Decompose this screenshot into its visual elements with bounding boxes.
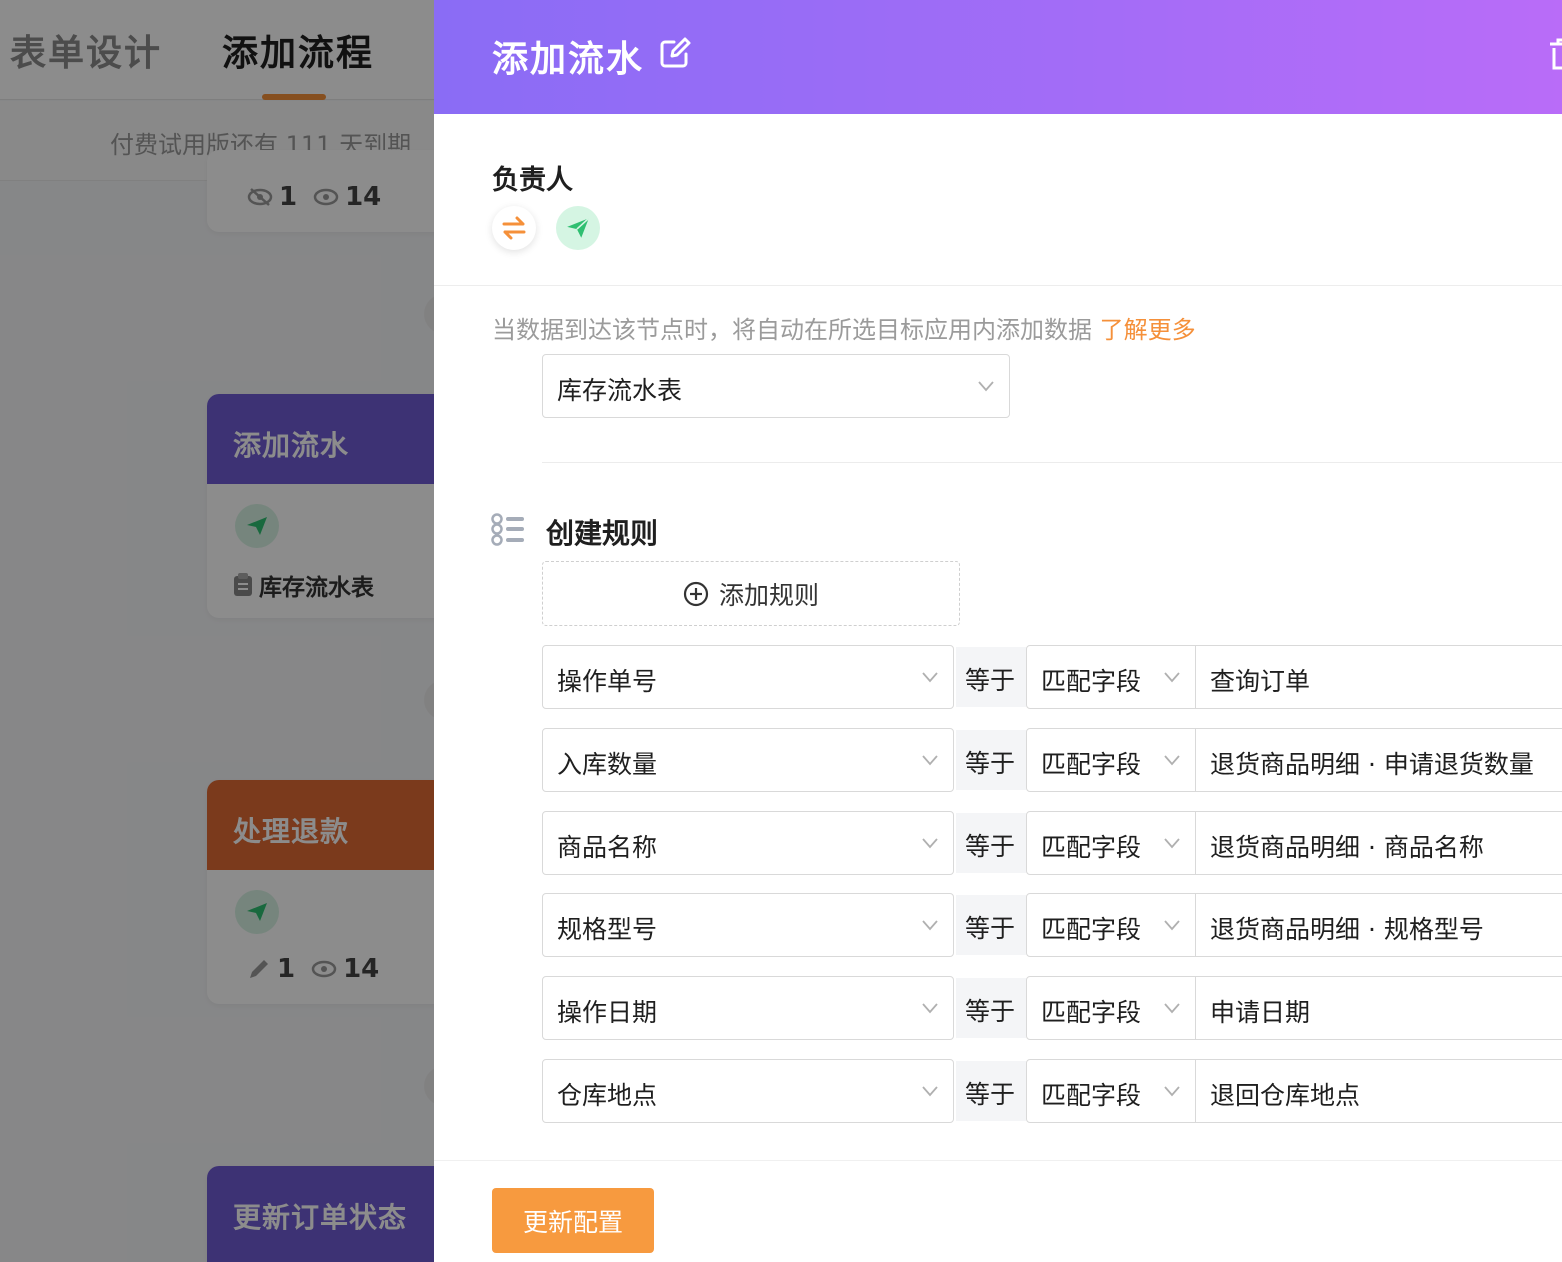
- rule-mode-value: 匹配字段: [1041, 998, 1142, 1027]
- rule-operator: 等于: [956, 730, 1026, 790]
- chevron-down-icon: [1164, 1086, 1180, 1097]
- learn-more-link[interactable]: 了解更多: [1100, 316, 1196, 344]
- rule-field-value: 规格型号: [557, 915, 658, 944]
- rule-mode-select[interactable]: 匹配字段: [1026, 728, 1196, 792]
- rule-value-value: 退货商品明细 · 申请退货数量: [1210, 750, 1534, 779]
- rule-value-select[interactable]: 申请日期: [1195, 976, 1562, 1040]
- rule-field-value: 操作日期: [557, 998, 658, 1027]
- rule-field-select[interactable]: 商品名称: [542, 811, 954, 875]
- rule-mode-value: 匹配字段: [1041, 915, 1142, 944]
- rule-field-select[interactable]: 仓库地点: [542, 1059, 954, 1123]
- rule-value-value: 申请日期: [1210, 998, 1311, 1027]
- modal-overlay[interactable]: [0, 0, 434, 1262]
- rule-mode-value: 匹配字段: [1041, 667, 1142, 696]
- section-divider: [542, 462, 1562, 463]
- rule-field-select[interactable]: 操作单号: [542, 645, 954, 709]
- rule-mode-value: 匹配字段: [1041, 1081, 1142, 1110]
- footer-divider: [434, 1160, 1562, 1161]
- chevron-down-icon: [922, 838, 938, 849]
- chevron-down-icon: [922, 672, 938, 683]
- chevron-down-icon: [922, 920, 938, 931]
- rule-value-value: 查询订单: [1210, 667, 1311, 696]
- rule-field-value: 操作单号: [557, 667, 658, 696]
- add-rule-button[interactable]: 添加规则: [542, 561, 960, 626]
- node-config-drawer: 添加流水 负责人 当数据到达该节点时，将自动在所选目标应用内添加数据 了解更多: [434, 0, 1562, 1262]
- chevron-down-icon: [922, 755, 938, 766]
- update-config-button[interactable]: 更新配置: [492, 1188, 654, 1253]
- rule-value-value: 退货商品明细 · 商品名称: [1210, 833, 1484, 862]
- rule-operator: 等于: [956, 978, 1026, 1038]
- rule-value-select[interactable]: 退货商品明细 · 规格型号: [1195, 893, 1562, 957]
- send-icon[interactable]: [556, 206, 600, 250]
- rule-field-select[interactable]: 操作日期: [542, 976, 954, 1040]
- rule-operator: 等于: [956, 895, 1026, 955]
- rule-value-value: 退回仓库地点: [1210, 1081, 1361, 1110]
- rule-mode-value: 匹配字段: [1041, 750, 1142, 779]
- trash-icon[interactable]: [1548, 38, 1562, 72]
- rule-operator: 等于: [956, 647, 1026, 707]
- rule-mode-select[interactable]: 匹配字段: [1026, 645, 1196, 709]
- rule-field-value: 仓库地点: [557, 1081, 658, 1110]
- rule-value-select[interactable]: 查询订单: [1195, 645, 1562, 709]
- owner-label: 负责人: [492, 165, 573, 196]
- node-hint: 当数据到达该节点时，将自动在所选目标应用内添加数据 了解更多: [492, 310, 1196, 345]
- rule-operator: 等于: [956, 1061, 1026, 1121]
- add-rule-label: 添加规则: [718, 580, 819, 610]
- target-app-select[interactable]: 库存流水表: [542, 354, 1010, 418]
- rule-operator: 等于: [956, 813, 1026, 873]
- rule-field-select[interactable]: 规格型号: [542, 893, 954, 957]
- chevron-down-icon: [1164, 672, 1180, 683]
- rules-list-icon: [491, 513, 524, 546]
- rule-mode-select[interactable]: 匹配字段: [1026, 1059, 1196, 1123]
- chevron-down-icon: [1164, 838, 1180, 849]
- chevron-down-icon: [922, 1086, 938, 1097]
- rule-value-select[interactable]: 退货商品明细 · 商品名称: [1195, 811, 1562, 875]
- rule-field-select[interactable]: 入库数量: [542, 728, 954, 792]
- rule-mode-select[interactable]: 匹配字段: [1026, 811, 1196, 875]
- rule-mode-value: 匹配字段: [1041, 833, 1142, 862]
- drawer-header: 添加流水: [434, 0, 1562, 114]
- chevron-down-icon: [978, 381, 994, 392]
- rules-title: 创建规则: [546, 517, 659, 550]
- rule-mode-select[interactable]: 匹配字段: [1026, 976, 1196, 1040]
- chevron-down-icon: [1164, 755, 1180, 766]
- rule-field-value: 入库数量: [557, 750, 658, 779]
- hint-text: 当数据到达该节点时，将自动在所选目标应用内添加数据: [492, 316, 1092, 344]
- rule-value-select[interactable]: 退货商品明细 · 申请退货数量: [1195, 728, 1562, 792]
- rule-value-select[interactable]: 退回仓库地点: [1195, 1059, 1562, 1123]
- target-app-value: 库存流水表: [557, 376, 683, 405]
- chevron-down-icon: [1164, 1003, 1180, 1014]
- swap-icon[interactable]: [492, 206, 536, 250]
- owner-section: 负责人: [434, 114, 1562, 286]
- rule-field-value: 商品名称: [557, 833, 658, 862]
- rule-value-value: 退货商品明细 · 规格型号: [1210, 915, 1484, 944]
- rule-mode-select[interactable]: 匹配字段: [1026, 893, 1196, 957]
- edit-title-icon[interactable]: [658, 36, 692, 70]
- plus-circle-icon: [683, 581, 709, 606]
- drawer-title: 添加流水: [492, 39, 645, 80]
- chevron-down-icon: [922, 1003, 938, 1014]
- chevron-down-icon: [1164, 920, 1180, 931]
